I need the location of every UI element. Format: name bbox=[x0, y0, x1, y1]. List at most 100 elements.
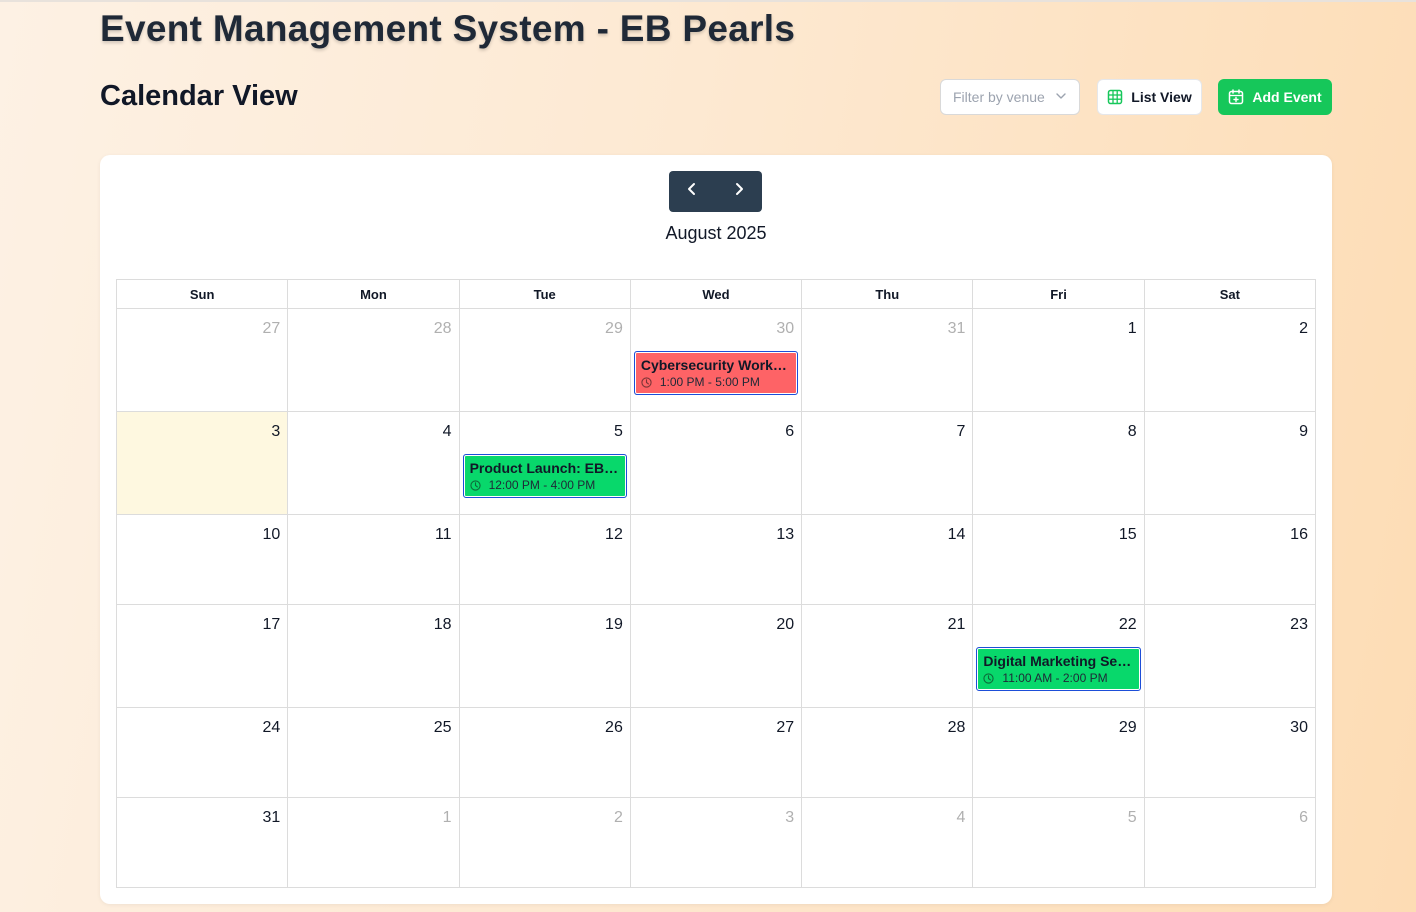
day-cell[interactable]: 7 bbox=[802, 412, 974, 515]
day-number: 11 bbox=[434, 526, 452, 543]
day-cell[interactable]: 8 bbox=[973, 412, 1145, 515]
week-row: 3 4 5 Product Launch: EB Pe... 12:00 PM - 4:… bbox=[117, 412, 1316, 515]
day-cell[interactable]: 5 bbox=[973, 798, 1145, 888]
event-title: Digital Marketing Sem... bbox=[983, 653, 1134, 669]
weekday-sat: Sat bbox=[1144, 280, 1316, 309]
page-title: Calendar View bbox=[100, 80, 298, 112]
day-number: 30 bbox=[1290, 719, 1308, 736]
day-cell[interactable]: 19 bbox=[459, 605, 631, 708]
day-cell[interactable]: 2 bbox=[459, 798, 631, 888]
day-number: 6 bbox=[1299, 809, 1308, 826]
day-cell[interactable]: 2 bbox=[1144, 309, 1316, 412]
day-number: 23 bbox=[1290, 616, 1308, 633]
day-cell[interactable]: 4 bbox=[288, 412, 460, 515]
day-cell[interactable]: 27 bbox=[117, 309, 289, 412]
day-cell[interactable]: 11 bbox=[288, 515, 460, 605]
calendar-card: August 2025 Sun Mon Tue Wed Thu Fri Sat 27 28 29… bbox=[100, 155, 1332, 904]
week-row: 27 28 29 30 Cybersecurity Worksh... 1:00 PM -… bbox=[117, 309, 1316, 412]
day-cell[interactable]: 29 bbox=[459, 309, 631, 412]
day-cell[interactable]: 22 Digital Marketing Sem... 11:00 AM - 2:0… bbox=[973, 605, 1145, 708]
event-title: Cybersecurity Worksh... bbox=[640, 357, 792, 373]
day-number: 25 bbox=[433, 719, 452, 736]
day-number: 8 bbox=[1127, 423, 1137, 440]
day-cell[interactable]: 17 bbox=[117, 605, 289, 708]
day-cell[interactable]: 5 Product Launch: EB Pe... 12:00 PM - 4:00… bbox=[459, 412, 631, 515]
clock-icon bbox=[641, 376, 652, 388]
day-cell[interactable]: 13 bbox=[630, 515, 803, 605]
next-month-button[interactable] bbox=[716, 171, 763, 212]
day-number: 6 bbox=[785, 423, 795, 440]
day-cell[interactable]: 21 bbox=[802, 605, 974, 708]
month-label: August 2025 bbox=[665, 223, 767, 243]
weekday-fri: Fri bbox=[973, 280, 1145, 309]
day-cell[interactable]: 30 Cybersecurity Worksh... 1:00 PM - 5:00 … bbox=[630, 309, 803, 412]
day-cell[interactable]: 26 bbox=[459, 708, 631, 798]
add-event-button[interactable]: Add Event bbox=[1218, 79, 1332, 115]
day-cell[interactable]: 1 bbox=[973, 309, 1145, 412]
day-cell[interactable]: 30 bbox=[1144, 708, 1316, 798]
day-cell[interactable]: 24 bbox=[117, 708, 289, 798]
day-cell[interactable]: 29 bbox=[973, 708, 1145, 798]
day-cell[interactable]: 18 bbox=[288, 605, 460, 708]
top-border bbox=[0, 0, 1416, 2]
day-number: 2 bbox=[613, 809, 623, 826]
app-title: Event Management System - EB Pearls bbox=[100, 8, 796, 49]
day-number: 13 bbox=[776, 526, 795, 543]
weekday-sun: Sun bbox=[117, 280, 289, 309]
day-cell[interactable]: 10 bbox=[117, 515, 289, 605]
day-cell[interactable]: 16 bbox=[1144, 515, 1316, 605]
day-number: 2 bbox=[1299, 320, 1308, 337]
month-nav bbox=[669, 171, 762, 212]
day-cell[interactable]: 6 bbox=[1144, 798, 1316, 888]
day-cell[interactable]: 25 bbox=[288, 708, 460, 798]
day-number: 14 bbox=[947, 526, 966, 543]
day-cell[interactable]: 31 bbox=[117, 798, 289, 888]
clock-icon bbox=[983, 672, 995, 684]
day-number: 27 bbox=[776, 719, 795, 736]
calendar-event[interactable]: Cybersecurity Worksh... 1:00 PM - 5:00 PM bbox=[633, 351, 799, 395]
day-cell-today[interactable]: 3 bbox=[117, 412, 289, 515]
day-cell[interactable]: 28 bbox=[288, 309, 460, 412]
chevron-left-icon bbox=[685, 182, 699, 201]
day-cell[interactable]: 28 bbox=[802, 708, 974, 798]
day-number: 19 bbox=[605, 616, 623, 633]
day-cell[interactable]: 12 bbox=[459, 515, 631, 605]
day-cell[interactable]: 14 bbox=[802, 515, 974, 605]
event-title: Product Launch: EB Pe... bbox=[469, 460, 620, 476]
calendar-event[interactable]: Digital Marketing Sem... 11:00 AM - 2:00 … bbox=[976, 647, 1141, 691]
clock-icon bbox=[469, 479, 481, 491]
day-cell[interactable]: 15 bbox=[973, 515, 1145, 605]
day-number: 7 bbox=[956, 423, 966, 440]
day-cell[interactable]: 20 bbox=[630, 605, 803, 708]
day-number: 31 bbox=[947, 320, 966, 337]
day-number: 5 bbox=[1127, 809, 1137, 826]
day-cell[interactable]: 31 bbox=[802, 309, 974, 412]
day-number: 28 bbox=[947, 719, 966, 736]
day-cell[interactable]: 4 bbox=[802, 798, 974, 888]
day-cell[interactable]: 1 bbox=[288, 798, 460, 888]
calendar-event[interactable]: Product Launch: EB Pe... 12:00 PM - 4:00 … bbox=[462, 454, 627, 498]
day-number: 28 bbox=[433, 320, 452, 337]
day-cell[interactable]: 3 bbox=[630, 798, 803, 888]
day-cell[interactable]: 27 bbox=[630, 708, 803, 798]
event-time-row: 11:00 AM - 2:00 PM bbox=[983, 671, 1133, 685]
day-number: 17 bbox=[262, 616, 281, 633]
day-cell[interactable]: 23 bbox=[1144, 605, 1316, 708]
day-number: 1 bbox=[1127, 320, 1137, 337]
prev-month-button[interactable] bbox=[669, 171, 716, 212]
day-cell[interactable]: 9 bbox=[1144, 412, 1316, 515]
month-grid: Sun Mon Tue Wed Thu Fri Sat 27 28 29 30 Cybersecur… bbox=[116, 279, 1316, 888]
day-number: 29 bbox=[605, 320, 623, 337]
day-number: 9 bbox=[1299, 423, 1308, 440]
day-number: 4 bbox=[956, 809, 966, 826]
day-number: 30 bbox=[776, 320, 795, 337]
day-number: 3 bbox=[271, 423, 281, 440]
event-time: 12:00 PM - 4:00 PM bbox=[488, 478, 596, 492]
day-cell[interactable]: 6 bbox=[630, 412, 803, 515]
list-view-button[interactable]: List View bbox=[1097, 79, 1202, 115]
day-number: 3 bbox=[785, 809, 795, 826]
day-number: 10 bbox=[262, 526, 281, 543]
day-number: 27 bbox=[262, 320, 281, 337]
calendar-plus-icon bbox=[1228, 89, 1244, 105]
venue-filter-select[interactable]: Filter by venue bbox=[940, 79, 1080, 115]
